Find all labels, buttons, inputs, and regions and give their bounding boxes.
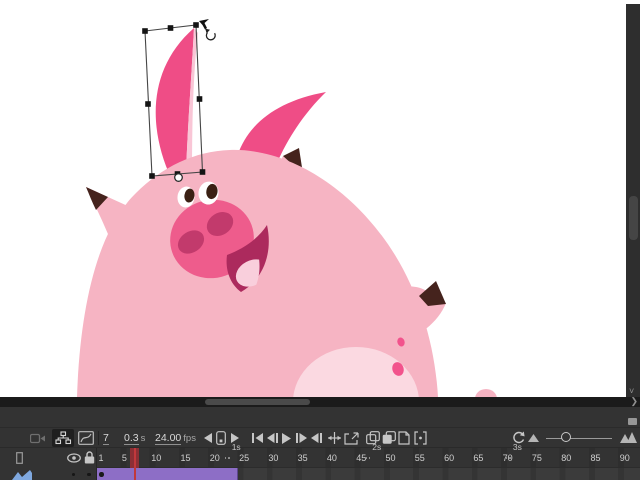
center-playhead-icon[interactable] (328, 432, 341, 444)
timeline-layer-row[interactable] (0, 468, 640, 480)
timeline-panel-header (0, 407, 640, 428)
frame-rate-value[interactable]: 24.00fps (155, 432, 196, 444)
frame-outline-icon[interactable] (16, 452, 23, 464)
zoom-out-frames-icon[interactable] (528, 434, 539, 442)
layer-visibility-dot[interactable] (72, 473, 76, 477)
horizontal-scrollbar-thumb[interactable] (205, 399, 310, 405)
ruler-second-label: 1s (232, 442, 241, 452)
ruler-frame-label: 40 (327, 453, 337, 463)
loop-frame-icon[interactable] (216, 431, 226, 445)
frame-ruler[interactable]: 1510152025303540455055606570758085901s2s… (97, 448, 640, 468)
step-back-icon[interactable] (204, 433, 212, 443)
pig-artwork[interactable] (0, 0, 640, 397)
second-tick-dot (365, 457, 367, 459)
parent-view-button[interactable] (52, 429, 74, 447)
zoom-slider-thumb[interactable] (561, 432, 571, 442)
ruler-frame-label: 70 (503, 453, 513, 463)
first-frame-icon[interactable] (252, 433, 263, 443)
ruler-frame-label: 65 (473, 453, 483, 463)
vertical-scrollbar-thumb[interactable] (629, 196, 638, 240)
timeline-ruler-row: 1510152025303540455055606570758085901s2s… (0, 448, 640, 468)
layer-color-icon (10, 470, 32, 480)
frame-span[interactable] (97, 468, 238, 480)
next-frame-icon[interactable] (296, 433, 307, 443)
copy-frames-icon[interactable] (398, 431, 410, 445)
second-tick-dot (228, 457, 230, 459)
ruler-frame-label: 35 (298, 453, 308, 463)
pig-foot (475, 389, 497, 397)
elapsed-time-value[interactable]: 0.3s (124, 432, 145, 444)
playhead-line (134, 448, 136, 480)
onion-skin-outline-icon[interactable] (382, 431, 396, 445)
export-range-icon[interactable] (344, 431, 359, 445)
ruler-frame-label: 25 (239, 453, 249, 463)
timeline-toolbar: 7 0.3s 24.00fps (0, 428, 640, 448)
layer-lock-dot[interactable] (87, 473, 91, 477)
current-frame-value[interactable]: 7 (103, 432, 109, 444)
graph-editor-icon[interactable] (78, 431, 94, 445)
second-tick-dot (225, 457, 227, 459)
ruler-frame-label: 5 (122, 453, 127, 463)
add-camera-icon[interactable] (30, 433, 46, 444)
stage-canvas[interactable] (0, 0, 640, 397)
zoom-slider-track[interactable] (546, 438, 612, 439)
prev-frame-icon[interactable] (267, 433, 278, 443)
keyframe-dot (99, 472, 104, 477)
ruler-frame-label: 30 (268, 453, 278, 463)
transform-point[interactable] (175, 174, 183, 182)
layer-panel-divider (96, 448, 97, 468)
edit-multiple-frames-icon[interactable] (414, 431, 427, 445)
lock-icon[interactable] (84, 451, 95, 464)
vertical-scrollbar[interactable]: ˅ (626, 4, 640, 397)
ruler-second-label: 3s (513, 442, 522, 452)
second-tick-dot (509, 457, 511, 459)
ruler-frame-label: 55 (415, 453, 425, 463)
ruler-frame-label: 1 (99, 453, 104, 463)
application-window: ❯ ˅ 7 0.3s 24.00fps (0, 0, 640, 480)
horizontal-scrollbar[interactable]: ❯ (0, 397, 640, 407)
second-tick-dot (369, 457, 371, 459)
last-frame-icon[interactable] (311, 433, 322, 443)
mouse-cursor-icon (199, 19, 209, 30)
eye-icon[interactable] (67, 453, 81, 463)
ruler-frame-label: 50 (385, 453, 395, 463)
ruler-frame-label: 10 (151, 453, 161, 463)
ruler-frame-label: 15 (180, 453, 190, 463)
bunny-ear-left-selected[interactable] (156, 28, 198, 179)
ruler-frame-label: 75 (532, 453, 542, 463)
rotate-cursor-icon (205, 29, 215, 40)
ruler-frame-label: 85 (590, 453, 600, 463)
play-icon[interactable] (282, 433, 291, 444)
ruler-frame-label: 20 (210, 453, 220, 463)
ruler-frame-label: 80 (561, 453, 571, 463)
zoom-in-frames-icon[interactable] (620, 431, 637, 443)
panel-menu-icon[interactable] (628, 418, 637, 425)
ruler-frame-label: 90 (620, 453, 630, 463)
ruler-second-label: 2s (372, 442, 381, 452)
toolbar-divider (98, 431, 99, 445)
scroll-right-icon[interactable]: ❯ (630, 396, 638, 406)
ruler-frame-label: 60 (444, 453, 454, 463)
scroll-down-icon[interactable]: ˅ (629, 386, 634, 396)
